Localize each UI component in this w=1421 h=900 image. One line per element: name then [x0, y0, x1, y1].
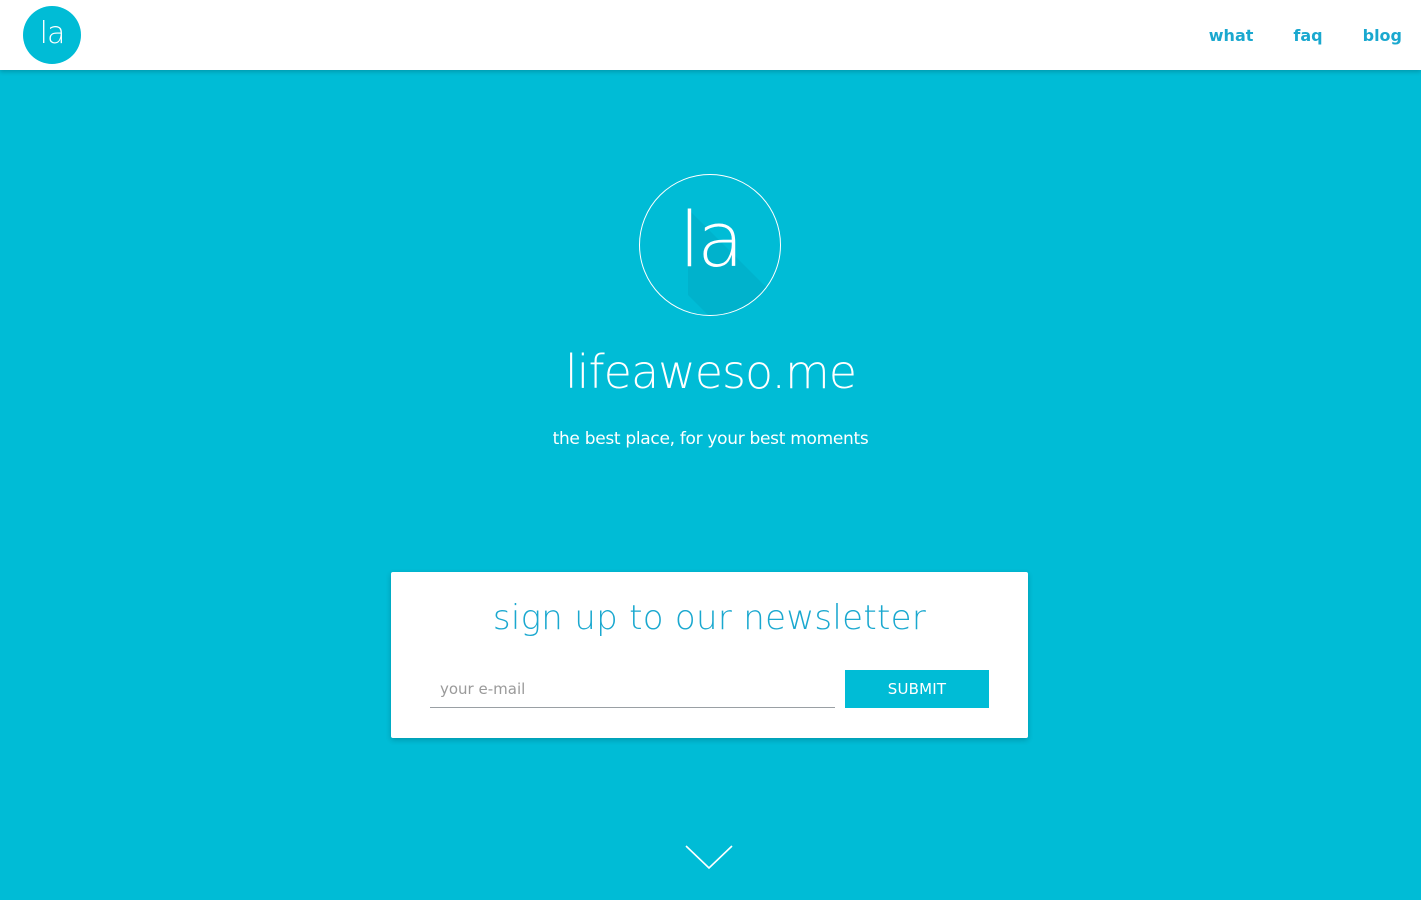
nav-link-blog[interactable]: blog — [1363, 26, 1402, 45]
hero-logo: la — [639, 174, 781, 316]
nav-logo[interactable]: la — [23, 6, 81, 64]
submit-button[interactable]: SUBMIT — [845, 670, 989, 708]
nav-logo-text: la — [39, 16, 66, 51]
nav-link-faq[interactable]: faq — [1293, 26, 1322, 45]
site-title: lifeaweso.me — [564, 345, 857, 399]
nav-link-what[interactable]: what — [1209, 26, 1254, 45]
hero-logo-text: la — [679, 194, 744, 284]
newsletter-heading: sign up to our newsletter — [492, 598, 927, 638]
top-navbar: la what faq blog — [0, 0, 1421, 70]
tagline: the best place, for your best moments — [552, 429, 869, 449]
email-input[interactable] — [430, 670, 835, 708]
newsletter-card: sign up to our newsletter SUBMIT — [391, 572, 1028, 738]
chevron-down-icon[interactable] — [684, 842, 734, 872]
nav-links: what faq blog — [1169, 0, 1402, 70]
